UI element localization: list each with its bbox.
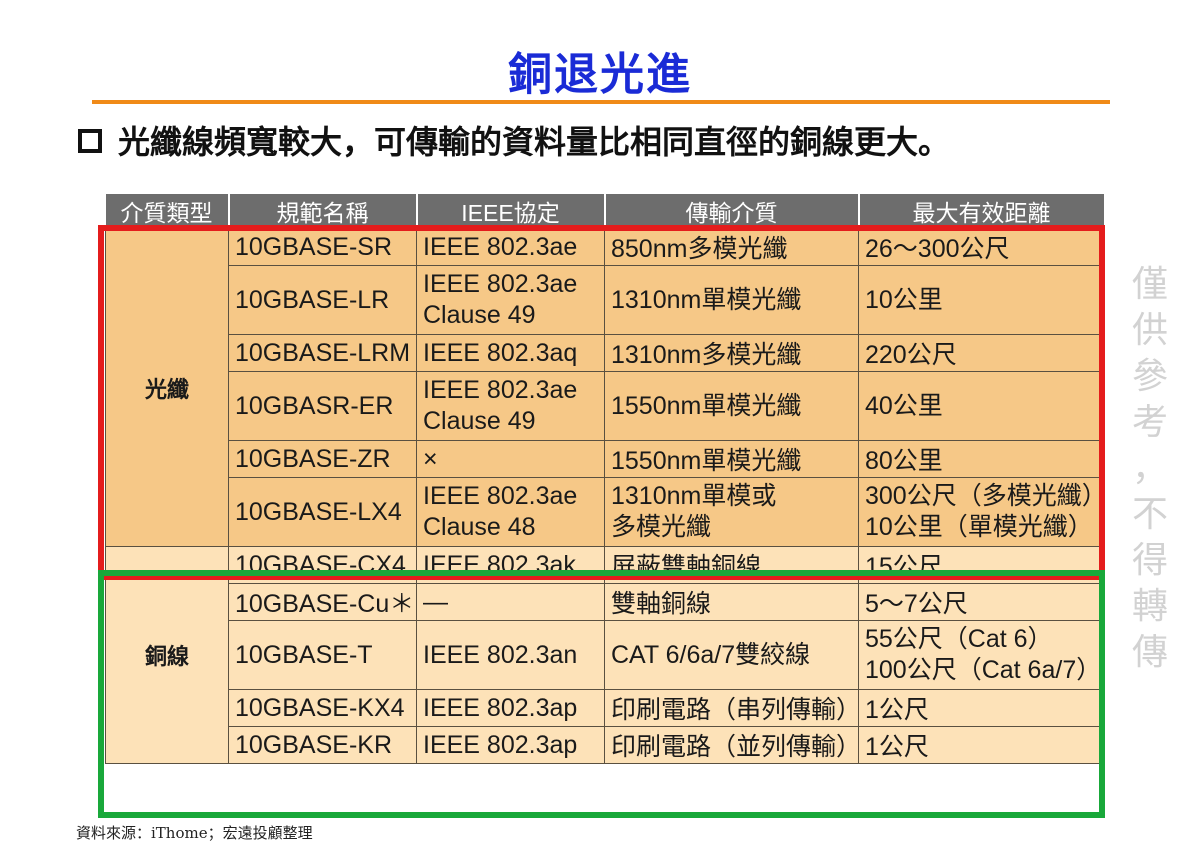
- table-header-row: 介質類型 規範名稱 IEEE協定 傳輸介質 最大有效距離: [105, 194, 1106, 229]
- watermark-char: 供: [1131, 310, 1168, 351]
- bullet-point: 光纖線頻寬較大，可傳輸的資料量比相同直徑的銅線更大。: [78, 120, 951, 161]
- watermark: 僅供參考 ， 不得轉傳: [1128, 262, 1172, 676]
- header-medium-type: 介質類型: [105, 194, 230, 229]
- watermark-char: 傳: [1131, 632, 1168, 673]
- header-max-distance: 最大有效距離: [858, 194, 1106, 229]
- watermark-char: 參: [1131, 356, 1168, 397]
- copper-highlight-box: [98, 570, 1105, 818]
- source-note: 資料來源：iThome；宏遠投顧整理: [76, 824, 313, 842]
- watermark-char: 考: [1131, 402, 1168, 443]
- slide-title: 銅退光進: [508, 49, 692, 100]
- header-transmission-medium: 傳輸介質: [604, 194, 860, 229]
- watermark-char: 不: [1131, 494, 1168, 535]
- title-divider: [92, 100, 1110, 104]
- watermark-char: 轉: [1131, 586, 1168, 627]
- header-spec-name: 規範名稱: [228, 194, 418, 229]
- watermark-char: ，: [1131, 448, 1168, 489]
- fiber-highlight-box: [98, 225, 1105, 580]
- watermark-char: 僅: [1131, 264, 1168, 305]
- bullet-text: 光纖線頻寬較大，可傳輸的資料量比相同直徑的銅線更大。: [118, 123, 951, 161]
- square-bullet-icon: [78, 129, 102, 153]
- header-ieee: IEEE協定: [416, 194, 606, 229]
- watermark-char: 得: [1131, 540, 1168, 581]
